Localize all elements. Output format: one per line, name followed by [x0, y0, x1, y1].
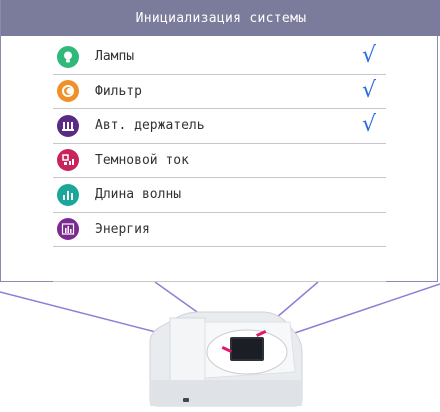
empty-row — [53, 247, 386, 282]
init-panel: Инициализация системы Лампы √ Фильтр √ А… — [0, 0, 440, 282]
spectrophotometer-illustration — [0, 282, 440, 407]
wavelength-icon — [57, 183, 79, 206]
item-label: Авт. держатель — [95, 118, 205, 134]
item-label: Лампы — [95, 49, 135, 65]
item-label: Фильтр — [95, 83, 142, 99]
list-item-energy: Энергия — [53, 213, 386, 247]
item-label: Длина волны — [95, 187, 182, 203]
list-item-dark-current: Темновой ток — [53, 144, 386, 178]
item-label: Энергия — [95, 221, 150, 237]
item-label: Темновой ток — [95, 152, 189, 168]
bulb-icon — [57, 45, 79, 68]
dark-current-icon — [57, 149, 79, 172]
holder-icon — [57, 114, 79, 137]
list-item-lamps: Лампы √ — [53, 40, 386, 75]
check-mark-icon: √ — [361, 43, 376, 68]
check-mark-icon: √ — [361, 112, 376, 137]
energy-icon — [57, 218, 79, 241]
title-bar: Инициализация системы — [1, 0, 440, 36]
list-item-wavelength: Длина волны — [53, 178, 386, 213]
check-mark-icon: √ — [361, 77, 376, 103]
page-title: Инициализация системы — [135, 10, 307, 26]
list-item-filter: Фильтр √ — [53, 75, 386, 109]
list-item-auto-holder: Авт. держатель √ — [53, 109, 386, 144]
init-list: Лампы √ Фильтр √ Авт. держатель √ Темнов… — [53, 40, 386, 282]
filter-icon — [57, 80, 79, 103]
